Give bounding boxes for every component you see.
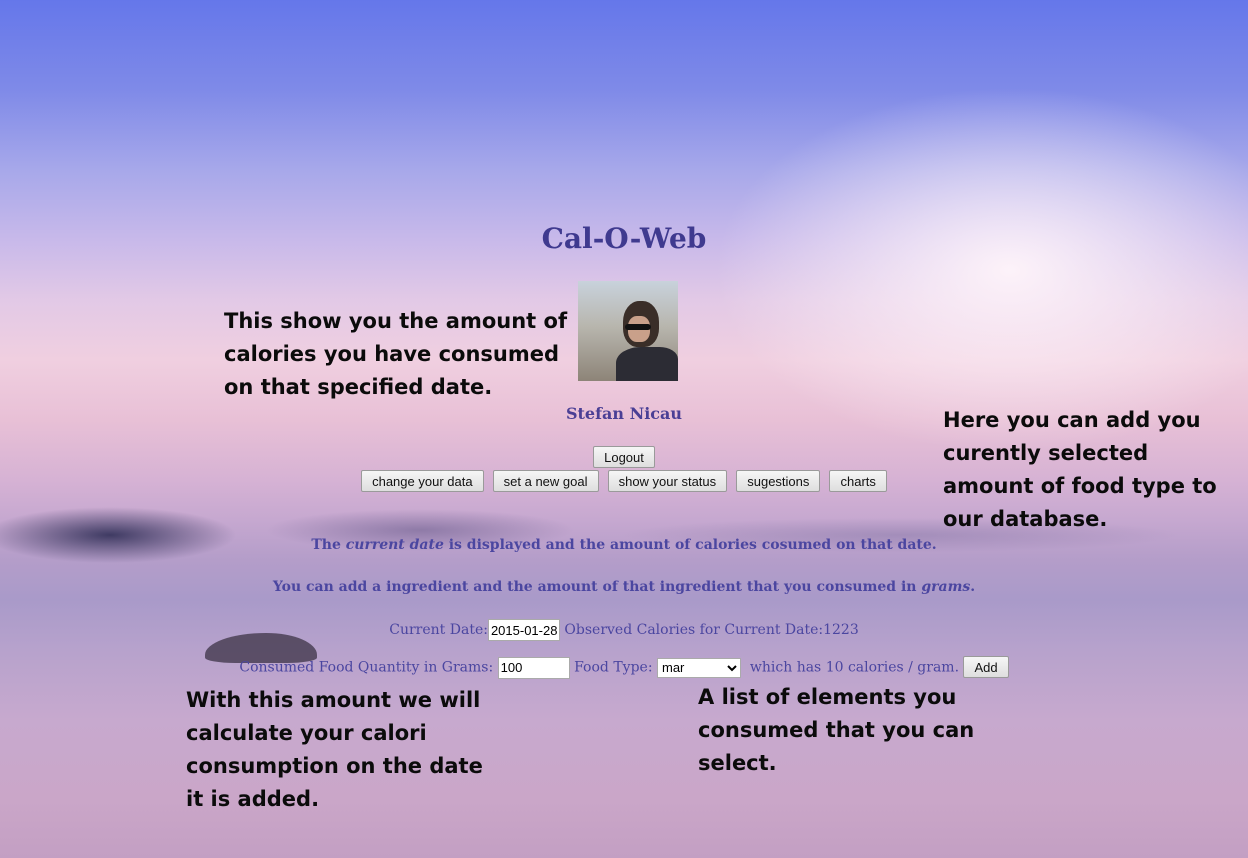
description-line-2: You can add a ingredient and the amount …: [272, 579, 976, 595]
observed-calories-label: Observed Calories for Current Date:1223: [564, 622, 859, 638]
current-date-emphasis: current date: [345, 537, 444, 553]
annotation-food-list: A list of elements you consumed that you…: [698, 685, 975, 775]
food-type-select[interactable]: mar: [657, 657, 741, 678]
annotation-quantity: With this amount we will calculate your …: [186, 688, 483, 811]
annotation-add-to-database: Here you can add you curently selected a…: [943, 408, 1217, 531]
calories-per-gram-note: which has 10 calories / gram.: [749, 659, 960, 676]
add-button[interactable]: Add: [963, 656, 1009, 678]
show-status-button[interactable]: show your status: [607, 470, 728, 492]
annotation-calories-consumed: This show you the amount of calories you…: [224, 309, 568, 399]
grams-emphasis: grams: [921, 579, 971, 595]
date-row: Current Date: Observed Calories for Curr…: [0, 619, 1248, 641]
app-title: Cal-O-Web: [541, 222, 707, 255]
suggestions-button[interactable]: sugestions: [736, 470, 821, 492]
charts-button[interactable]: charts: [829, 470, 887, 492]
current-date-input[interactable]: [487, 619, 560, 641]
description-line-1: The current date is displayed and the am…: [311, 537, 937, 553]
logout-button[interactable]: Logout: [593, 446, 655, 468]
quantity-input[interactable]: [497, 656, 570, 679]
food-type-label: Food Type:: [574, 659, 653, 676]
avatar: [578, 281, 678, 381]
new-goal-button[interactable]: set a new goal: [492, 470, 599, 492]
change-data-button[interactable]: change your data: [361, 470, 484, 492]
add-food-row: Consumed Food Quantity in Grams: Food Ty…: [0, 656, 1248, 679]
current-date-label: Current Date:: [389, 622, 488, 638]
quantity-label: Consumed Food Quantity in Grams:: [239, 659, 494, 676]
